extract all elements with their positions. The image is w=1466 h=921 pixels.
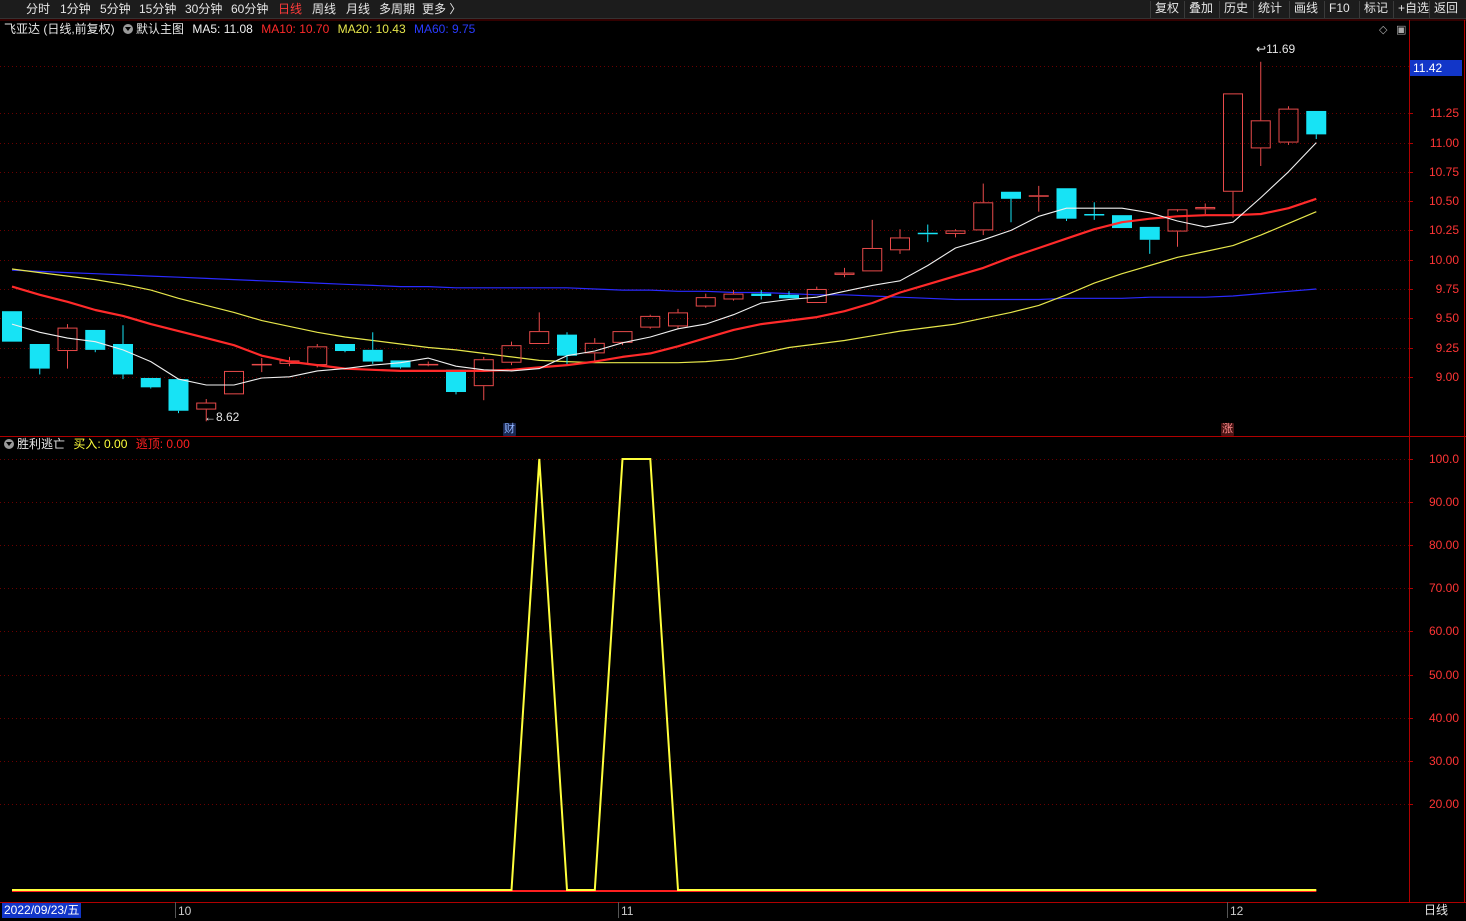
price-tick-label: 10.00 [1428,252,1459,267]
price-surge-marker[interactable]: 涨 [1221,423,1234,436]
candle-body-up [834,272,855,275]
escape-value: 逃顶: 0.00 [135,437,190,451]
low-arrow-icon: ← [204,410,216,424]
candle-body-up [307,346,328,366]
indicator-tick-label: 20.00 [1428,796,1459,811]
indicator-tick-label: 90.00 [1428,495,1459,510]
candle-body-up [668,312,688,327]
candle-body-down [1056,188,1077,219]
candle-body-down [85,329,106,350]
candle-body-up [1028,195,1049,197]
candle-body-down [557,334,577,356]
candle-body-down [1139,226,1160,240]
low-price-annotation: ←8.62 [204,411,239,423]
diamond-icon[interactable]: ◇ [1379,24,1387,36]
candle-body-up [695,297,716,307]
indicator-tick-label: 50.00 [1428,667,1459,682]
price-tick-label: 10.75 [1428,164,1459,179]
financial-report-marker[interactable]: 财 [503,423,516,436]
ma20-value: MA20: 10.43 [337,22,406,36]
template-name: 默认主图 [136,22,185,36]
candle-body-down [446,369,466,393]
month-tick-label: 12 [1230,904,1244,918]
price-tick-label: 10.50 [1428,194,1459,209]
period-indicator[interactable]: 日线 [1424,903,1448,917]
candle-body-down [917,232,938,235]
price-tick-label: 10.25 [1428,223,1459,238]
low-price-label: 8.62 [216,410,240,424]
candle-body-down [779,294,799,299]
candle-body-up [890,237,910,251]
buy-value: 买入: 0.00 [73,437,128,451]
cursor-date: 2022/09/23/五 [2,903,82,918]
chart-canvas[interactable] [0,0,1466,921]
candle-body-up [251,363,272,366]
indicator-tick-label: 80.00 [1428,538,1459,553]
ma20-line [11,211,1317,364]
candle-body-up [973,202,994,231]
ma10-value: MA10: 10.70 [261,22,330,36]
indicator-pane-info: 胜利逃亡 买入: 0.00 逃顶: 0.00 [4,437,195,452]
candle-body-up [945,230,966,234]
candle-body-up [723,293,744,300]
candle-body-up [473,359,494,387]
high-price-annotation: ↩11.69 [1256,43,1295,55]
price-tick-label: 9.75 [1435,281,1459,296]
template-selector[interactable]: 默认主图 [123,22,184,37]
current-price-tag: 11.42 [1410,60,1462,76]
candle-body-down [335,343,355,352]
candle-body-down [1001,191,1021,199]
indicator-tick-label: 70.00 [1428,581,1459,596]
month-tick-label: 11 [621,904,634,918]
main-pane-info: 飞亚达 (日线,前复权) 默认主图 MA5: 11.08 MA10: 10.70… [4,22,480,37]
high-price-label: 11.69 [1266,42,1296,56]
candle-body-up [1223,93,1243,192]
indicator-tick-label: 30.00 [1428,753,1459,768]
month-tick-label: 10 [178,904,192,918]
buy-line [12,458,1317,891]
window-icon[interactable]: ▣ [1396,24,1406,36]
candle-body-up [224,370,244,395]
candle-body-down [29,343,50,369]
candle-body-up [1278,108,1299,143]
candle-body-up [640,315,661,328]
indicator-selector[interactable]: 胜利逃亡 [4,437,65,452]
candle-body-up [612,331,633,343]
indicator-tick-label: 100.0 [1428,452,1459,466]
price-tick-label: 11.00 [1429,135,1459,150]
candle-body-up [1195,206,1216,210]
candle-body-down [362,349,383,362]
dropdown-icon[interactable] [123,24,134,34]
candle-body-down [168,379,189,411]
candle-body-up [196,402,217,410]
stock-name: 飞亚达 (日线,前复权) [4,22,115,36]
ma60-value: MA60: 9.75 [413,22,476,36]
candle-body-down [1306,110,1327,135]
candle-body-up [862,247,883,272]
indicator-tick-label: 60.00 [1428,624,1459,639]
candle-body-down [140,377,161,388]
price-tick-label: 9.25 [1435,340,1459,355]
candle-body-down [113,343,133,375]
ma5-value: MA5: 11.08 [192,22,253,36]
indicator-name: 胜利逃亡 [17,437,66,451]
price-tick-label: 11.25 [1429,106,1459,121]
candle-body-down [751,293,772,296]
candle-body-up [418,363,439,366]
dropdown-icon[interactable] [4,439,14,449]
candle-body-up [529,331,550,344]
price-tick-label: 9.00 [1435,369,1459,384]
indicator-tick-label: 40.00 [1428,710,1459,725]
candle-body-down [1084,214,1105,216]
high-arrow-icon: ↩ [1256,42,1267,56]
price-tick-label: 9.50 [1435,311,1459,326]
